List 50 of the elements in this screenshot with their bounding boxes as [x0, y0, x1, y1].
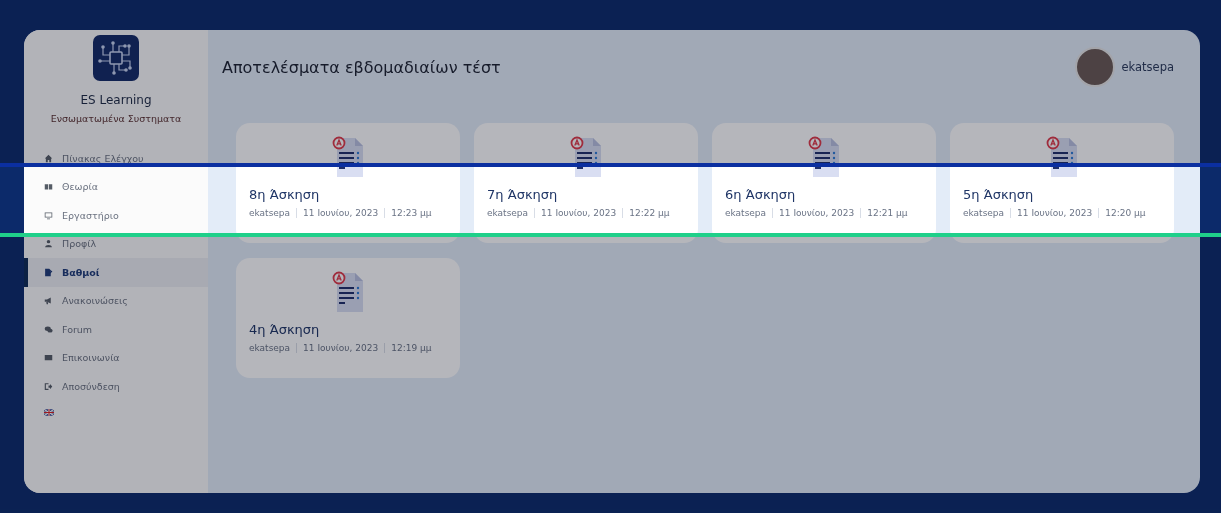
envelope-icon [44, 353, 53, 363]
user-avatar[interactable] [1075, 47, 1116, 87]
username[interactable]: ekatsepa [1121, 60, 1174, 74]
logout-icon [44, 381, 53, 391]
page-title: Αποτελέσματα εβδομαδιαίων τέστ [222, 57, 501, 77]
brand-subtitle: Ενσωματωμένα Συστηματα [50, 113, 182, 124]
card-author: ekatsepa [963, 208, 1005, 218]
exercise-card[interactable]: 8η Άσκηση ekatsepa 11 Ιουνίου, 2023 12:23 μμ [236, 123, 460, 243]
exercise-card[interactable]: 6η Άσκηση ekatsepa 11 Ιουνίου, 2023 12:21 μμ [712, 123, 936, 243]
sidebar-item[interactable]: Ανακοινώσεις [24, 286, 208, 315]
sidebar-item[interactable]: Επικοινωνία [24, 343, 208, 372]
card-title: 4η Άσκηση [249, 322, 321, 337]
sidebar-item[interactable]: Forum [24, 315, 208, 344]
card-date: 11 Ιουνίου, 2023 [296, 208, 379, 218]
circuit-chip-logo-icon [93, 35, 139, 81]
sidebar-item[interactable]: Προφίλ [24, 229, 208, 258]
card-time: 12:20 μμ [1098, 208, 1146, 218]
sidebar-item[interactable]: Αποσύνδεση [24, 372, 208, 401]
card-date: 11 Ιουνίου, 2023 [296, 343, 379, 353]
sidebar-item[interactable]: Πίνακας Ελέγχου [24, 144, 208, 173]
card-time: 12:19 μμ [384, 343, 432, 353]
card-time: 12:23 μμ [384, 208, 432, 218]
card-date: 11 Ιουνίου, 2023 [534, 208, 617, 218]
card-time: 12:22 μμ [622, 208, 670, 218]
card-date: 11 Ιουνίου, 2023 [772, 208, 855, 218]
card-time: 12:21 μμ [860, 208, 908, 218]
card-author: ekatsepa [249, 343, 291, 353]
sidebar-item[interactable]: Θεωρία [24, 172, 208, 201]
card-date: 11 Ιουνίου, 2023 [1010, 208, 1093, 218]
card-title: 7η Άσκηση [487, 187, 559, 202]
sidebar-item[interactable]: Βαθμοί [24, 258, 208, 287]
card-title: 8η Άσκηση [249, 187, 321, 202]
card-author: ekatsepa [487, 208, 529, 218]
document-icon [44, 267, 53, 277]
exercise-card[interactable]: 5η Άσκηση ekatsepa 11 Ιουνίου, 2023 12:20 μμ [950, 123, 1174, 243]
exercise-card[interactable]: 4η Άσκηση ekatsepa 11 Ιουνίου, 2023 12:19 μμ [236, 258, 460, 378]
card-author: ekatsepa [725, 208, 767, 218]
chat-icon [44, 324, 53, 334]
user-icon [44, 239, 53, 249]
book-icon [44, 182, 53, 192]
brand-name: ES Learning [80, 93, 152, 107]
uk-flag-icon[interactable] [44, 408, 54, 416]
card-title: 5η Άσκηση [963, 187, 1035, 202]
megaphone-icon [44, 296, 53, 306]
sidebar-item[interactable]: Εργαστήριο [24, 201, 208, 230]
exercise-card[interactable]: 7η Άσκηση ekatsepa 11 Ιουνίου, 2023 12:22 μμ [474, 123, 698, 243]
card-author: ekatsepa [249, 208, 291, 218]
test-document-icon [331, 270, 365, 314]
home-icon [44, 153, 53, 163]
card-title: 6η Άσκηση [725, 187, 797, 202]
